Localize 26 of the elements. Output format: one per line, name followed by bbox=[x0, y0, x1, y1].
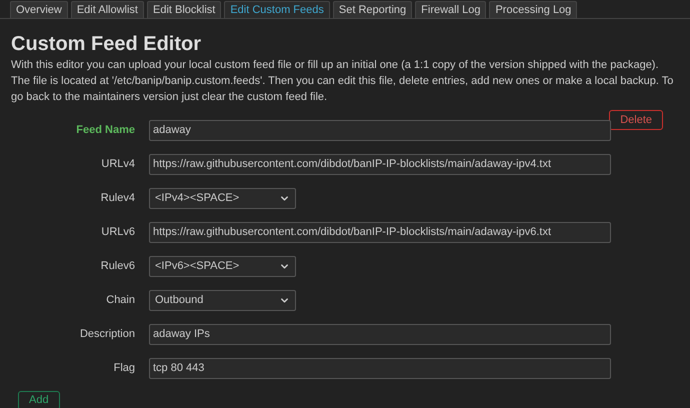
field-label: URLv4 bbox=[100, 157, 135, 172]
field-label: Feed Name bbox=[75, 123, 135, 138]
tab[interactable]: Processing Log bbox=[489, 1, 578, 18]
add-button[interactable]: Add bbox=[18, 391, 60, 408]
input-field[interactable]: adaway bbox=[149, 120, 611, 141]
field-label: Rulev6 bbox=[100, 259, 135, 274]
field-label: Rulev4 bbox=[100, 191, 135, 206]
input-field[interactable]: tcp 80 443 bbox=[149, 358, 611, 379]
field-label: Chain bbox=[105, 293, 135, 308]
tab[interactable]: Firewall Log bbox=[415, 1, 486, 18]
input-field[interactable]: adaway IPs bbox=[149, 324, 611, 345]
tab[interactable]: Edit Custom Feeds bbox=[224, 1, 330, 18]
tab[interactable]: Edit Blocklist bbox=[146, 1, 222, 18]
input-field[interactable]: https://raw.githubusercontent.com/dibdot/banIP-IP-blocklists/main/adaway-ipv6.txt bbox=[149, 222, 611, 243]
dropdown[interactable]: <IPv6><SPACE> bbox=[149, 256, 296, 277]
field-label: Description bbox=[78, 327, 135, 342]
tab[interactable]: Set Reporting bbox=[332, 1, 412, 18]
field-label: URLv6 bbox=[100, 225, 135, 240]
dropdown[interactable]: Outbound bbox=[149, 290, 296, 311]
description-text: With this editor you can upload your local custom feed file or fill up an initial one (a 1:1 copy of the version shipped with the package). The file is located at '/etc/banip/banip.custom.feeds'. Then you can edit this file, delete entries, add new ones or make a local backup. To go back to the maintainers version just clear the custom feed file. bbox=[11, 58, 674, 105]
tab[interactable]: Overview bbox=[10, 1, 68, 18]
input-field[interactable]: https://raw.githubusercontent.com/dibdot/banIP-IP-blocklists/main/adaway-ipv4.txt bbox=[149, 154, 611, 175]
page-title: Custom Feed Editor bbox=[11, 32, 202, 56]
dropdown[interactable]: <IPv4><SPACE> bbox=[149, 188, 296, 209]
tab[interactable]: Edit Allowlist bbox=[70, 1, 144, 18]
field-label: Flag bbox=[112, 361, 135, 376]
